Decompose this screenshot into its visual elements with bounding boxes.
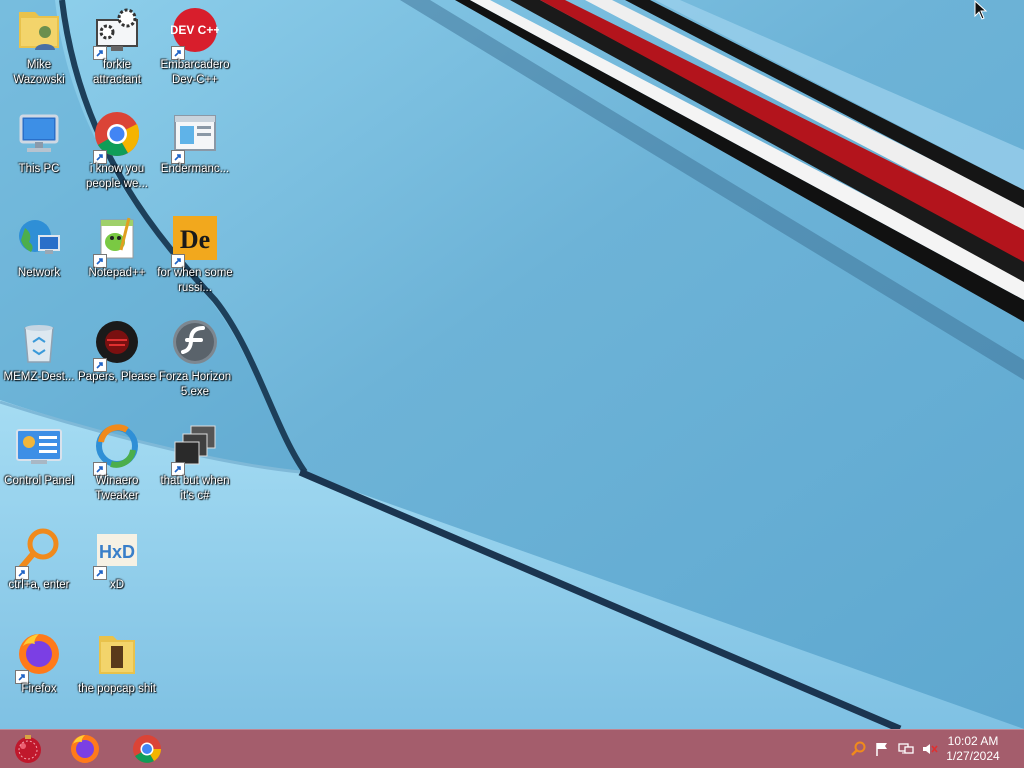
desktop-icon-control-panel[interactable]: Control Panel bbox=[0, 416, 78, 516]
desktop-icon-dev-cpp[interactable]: DEV C++ Embarcadero Dev-C++ bbox=[156, 0, 234, 100]
desktop-icon-label: Winaero Tweaker bbox=[95, 475, 139, 502]
desktop-icon-label: ctrl+a, enter bbox=[8, 579, 70, 591]
recycle-bin-icon bbox=[15, 318, 63, 366]
desktop-icon-ctrl-a-enter[interactable]: ctrl+a, enter bbox=[0, 520, 78, 620]
start-button[interactable] bbox=[0, 730, 56, 768]
mouse-cursor-icon bbox=[974, 0, 988, 20]
desktop-icon-label: Papers, Please bbox=[78, 371, 156, 383]
taskbar-firefox-button[interactable] bbox=[57, 730, 113, 768]
desktop-icon-label: This PC bbox=[18, 163, 60, 175]
desktop-icon-that-but-when-its-csharp[interactable]: that but when it's c# bbox=[156, 416, 234, 516]
desktop-icon-winaero-tweaker[interactable]: Winaero Tweaker bbox=[78, 416, 156, 516]
desktop-icon-label: for when some russi... bbox=[157, 267, 233, 294]
desktop-icon-label: Endermanc... bbox=[160, 163, 230, 175]
control-panel-icon bbox=[15, 422, 63, 470]
desktop-icon-label: Network bbox=[17, 267, 61, 279]
desktop-icon-the-popcap-shit[interactable]: the popcap shit bbox=[78, 624, 156, 724]
desktop-icon-label: Embarcadero Dev-C++ bbox=[160, 59, 230, 86]
desktop-icon-xd[interactable]: HxD xD bbox=[78, 520, 156, 620]
desktop-icon-label: forkie attractant bbox=[93, 59, 141, 86]
desktop-icon-firefox[interactable]: Firefox bbox=[0, 624, 78, 724]
clock-date: 1/27/2024 bbox=[946, 749, 1000, 763]
folder-icon bbox=[93, 630, 141, 678]
flag-icon[interactable] bbox=[874, 741, 890, 757]
flash-icon bbox=[171, 318, 219, 366]
taskbar-chrome-button[interactable] bbox=[119, 730, 175, 768]
clock-time: 10:02 AM bbox=[947, 734, 999, 748]
desktop-icon-label: Firefox bbox=[21, 683, 57, 695]
dev-cpp-icon-text: DEV C++ bbox=[171, 23, 219, 37]
desktop-icon-label: xD bbox=[109, 579, 125, 591]
tray-search-icon[interactable] bbox=[850, 741, 866, 757]
desktop-icon-mike-wazowski[interactable]: Mike Wazowski bbox=[0, 0, 78, 100]
computer-icon bbox=[15, 110, 63, 158]
start-orb-icon bbox=[15, 735, 41, 763]
desktop-icon-forkie-attractant[interactable]: forkie attractant bbox=[78, 0, 156, 100]
desktop-icon-label: i know you people we... bbox=[85, 163, 148, 190]
taskbar-clock[interactable]: 10:02 AM 1/27/2024 bbox=[938, 734, 1008, 764]
desktop-icon-label: Mike Wazowski bbox=[13, 59, 65, 86]
volume-muted-icon[interactable] bbox=[922, 741, 938, 757]
taskbar: 10:02 AM 1/27/2024 bbox=[0, 729, 1024, 768]
desktop-icon-label: the popcap shit bbox=[78, 683, 157, 695]
desktop-icon-papers-please[interactable]: Papers, Please bbox=[78, 312, 156, 412]
desktop-icon-label: Notepad++ bbox=[88, 267, 146, 279]
network-icon[interactable] bbox=[898, 741, 914, 757]
desktop-icon-endermanc[interactable]: Endermanc... bbox=[156, 104, 234, 204]
desktop-icon-i-know-you[interactable]: i know you people we... bbox=[78, 104, 156, 204]
firefox-icon bbox=[71, 735, 99, 763]
user-folder-icon bbox=[15, 6, 63, 54]
desktop-icon-label: that but when it's c# bbox=[160, 475, 230, 502]
desktop-icon-network[interactable]: Network bbox=[0, 208, 78, 308]
desktop-icon-notepad-plus-plus[interactable]: Notepad++ bbox=[78, 208, 156, 308]
desktop-icon-for-when-some-russi[interactable]: De for when some russi... bbox=[156, 208, 234, 308]
chrome-icon bbox=[133, 735, 161, 763]
desktop-icon-label: MEMZ-Dest... bbox=[3, 371, 75, 383]
hxd-icon-text: HxD bbox=[99, 542, 135, 562]
desktop-icon-this-pc[interactable]: This PC bbox=[0, 104, 78, 204]
network-globe-icon bbox=[15, 214, 63, 262]
desktop-icon-forza-horizon[interactable]: Forza Horizon 5.exe bbox=[156, 312, 234, 412]
desktop-icon-label: Control Panel bbox=[4, 475, 74, 487]
de-app-icon-text: De bbox=[180, 225, 210, 254]
desktop-icon-label: Forza Horizon 5.exe bbox=[158, 371, 232, 398]
desktop-icon-memz[interactable]: MEMZ-Dest... bbox=[0, 312, 78, 412]
